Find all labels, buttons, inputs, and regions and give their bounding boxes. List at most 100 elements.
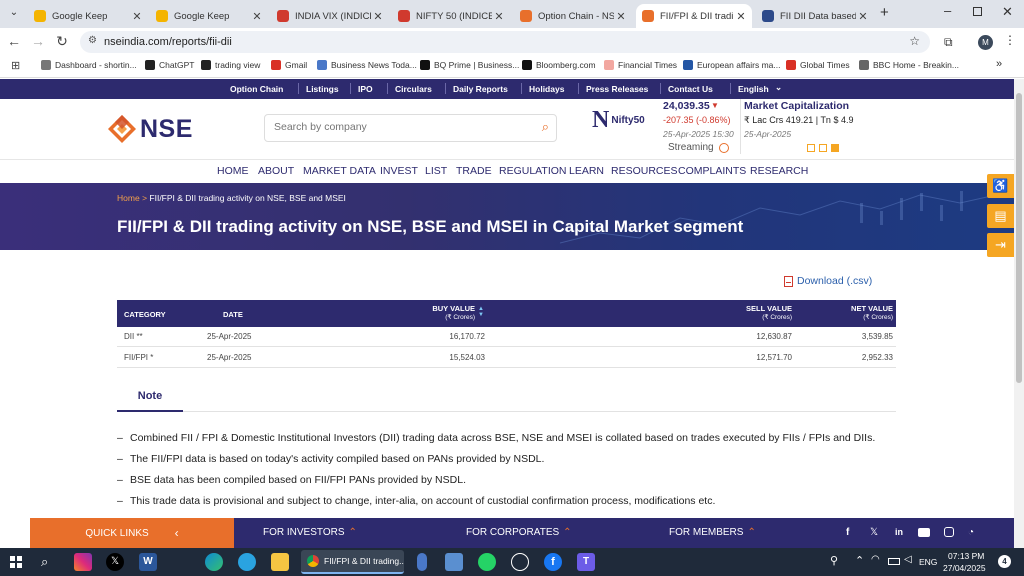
- close-tab-icon[interactable]: ✕: [856, 10, 870, 23]
- whatsapp-app-icon[interactable]: [478, 553, 496, 571]
- breadcrumb-home-link[interactable]: Home: [117, 193, 140, 203]
- main-menu-item[interactable]: MARKET DATA: [303, 165, 376, 177]
- col-header-date[interactable]: DATE: [223, 310, 243, 319]
- close-tab-icon[interactable]: ✕: [492, 10, 506, 23]
- active-chrome-task[interactable]: FII/FPI & DII trading...: [301, 550, 404, 574]
- scrollbar-thumb[interactable]: [1016, 93, 1022, 383]
- main-menu-item[interactable]: REGULATION: [499, 165, 566, 177]
- documents-icon[interactable]: ▤: [987, 204, 1014, 228]
- clock-app-icon[interactable]: [511, 553, 529, 571]
- top-nav-item[interactable]: English: [738, 84, 769, 94]
- login-icon[interactable]: ⇥: [987, 233, 1014, 257]
- bookmark-item[interactable]: Dashboard - shortin...: [41, 60, 137, 70]
- main-menu-item[interactable]: COMPLAINTS: [678, 165, 746, 177]
- bookmark-item[interactable]: Bloomberg.com: [522, 60, 596, 70]
- bookmark-item[interactable]: BQ Prime | Business...: [420, 60, 519, 70]
- language-indicator[interactable]: ENG: [919, 557, 937, 567]
- top-nav-item[interactable]: Press Releases: [586, 84, 648, 94]
- bookmark-item[interactable]: BBC Home - Breakin...: [859, 60, 959, 70]
- top-nav-item[interactable]: Holidays: [529, 84, 564, 94]
- instagram-icon[interactable]: [944, 527, 954, 537]
- bookmark-item[interactable]: Gmail: [271, 60, 307, 70]
- col-header-net[interactable]: NET VALUE (₹ Crores): [817, 304, 893, 321]
- carousel-dot-1[interactable]: [807, 144, 815, 152]
- accessibility-icon[interactable]: ♿: [987, 174, 1014, 198]
- browser-tab[interactable]: Google Keep ✕: [150, 4, 268, 28]
- language-chevron-icon[interactable]: ⌄: [775, 82, 782, 93]
- close-tab-icon[interactable]: ✕: [130, 10, 144, 23]
- browser-tab[interactable]: FII DII Data based on✕: [756, 4, 874, 28]
- t-app-icon[interactable]: T: [577, 553, 595, 571]
- x-app-icon[interactable]: 𝕏: [106, 553, 124, 571]
- col-header-buy[interactable]: BUY VALUE (₹ Crores): [417, 304, 475, 321]
- word-app-icon[interactable]: W: [139, 553, 157, 571]
- profile-avatar[interactable]: M: [978, 35, 993, 50]
- main-menu-item[interactable]: LIST: [425, 165, 447, 177]
- notification-badge[interactable]: 4: [998, 555, 1011, 568]
- for-corporates-menu[interactable]: FOR CORPORATES ⌃: [466, 527, 572, 538]
- browser-menu-icon[interactable]: ⋮: [1004, 33, 1016, 47]
- volume-icon[interactable]: ◁: [904, 554, 912, 565]
- browser-tab[interactable]: Google Keep ✕: [28, 4, 148, 28]
- main-menu-item[interactable]: HOME: [217, 165, 249, 177]
- mcap-title[interactable]: Market Capitalization: [744, 100, 849, 112]
- back-button[interactable]: ←: [2, 33, 26, 49]
- top-nav-item[interactable]: Daily Reports: [453, 84, 508, 94]
- minimize-button[interactable]: –: [944, 3, 951, 18]
- nse-logo[interactable]: NSE: [107, 114, 193, 144]
- close-tab-icon[interactable]: ✕: [614, 10, 628, 23]
- clock-date[interactable]: 27/04/2025: [943, 563, 986, 573]
- edge-app-icon[interactable]: [205, 553, 223, 571]
- more-bookmarks-icon[interactable]: »: [996, 58, 1002, 70]
- windows-start-icon[interactable]: [10, 556, 22, 568]
- address-bar[interactable]: ⚙ nseindia.com/reports/fii-dii ☆: [80, 31, 930, 53]
- rss-icon[interactable]: ◔: [968, 527, 974, 538]
- facebook-app-icon[interactable]: f: [544, 553, 562, 571]
- carousel-dot-2[interactable]: [819, 144, 827, 152]
- page-scrollbar[interactable]: [1014, 79, 1024, 548]
- bookmark-item[interactable]: Global Times: [786, 60, 850, 70]
- sort-icon[interactable]: ▲ ▼: [478, 306, 484, 318]
- main-menu-item[interactable]: RESOURCES: [611, 165, 678, 177]
- gallery-app-icon[interactable]: [445, 553, 463, 571]
- tray-chevron-up-icon[interactable]: ⌃: [855, 554, 864, 567]
- browser-tab[interactable]: NIFTY 50 (INDICES) |✕: [392, 4, 510, 28]
- main-menu-item[interactable]: TRADE: [456, 165, 492, 177]
- telegram-app-icon[interactable]: [238, 553, 256, 571]
- restore-button[interactable]: [973, 7, 982, 16]
- main-menu-item[interactable]: LEARN: [569, 165, 604, 177]
- close-tab-icon[interactable]: ✕: [371, 10, 385, 23]
- bookmark-item[interactable]: trading view: [201, 60, 260, 70]
- clock-time[interactable]: 07:13 PM: [948, 551, 984, 561]
- youtube-icon[interactable]: [918, 528, 930, 537]
- wifi-icon[interactable]: ◠: [871, 554, 880, 565]
- microphone-app-icon[interactable]: [417, 553, 427, 571]
- facebook-icon[interactable]: f: [846, 527, 849, 538]
- for-investors-menu[interactable]: FOR INVESTORS ⌃: [263, 527, 357, 538]
- streaming-icon[interactable]: [719, 143, 729, 153]
- top-nav-item[interactable]: Contact Us: [668, 84, 713, 94]
- top-nav-item[interactable]: Listings: [306, 84, 339, 94]
- taskbar-search-icon[interactable]: ⌕: [41, 554, 48, 570]
- close-tab-icon[interactable]: ✕: [250, 10, 264, 23]
- close-tab-icon[interactable]: ✕: [734, 10, 748, 23]
- new-tab-button[interactable]: +: [880, 4, 889, 21]
- main-menu-item[interactable]: RESEARCH: [750, 165, 808, 177]
- browser-tab[interactable]: Option Chain - NSE I✕: [514, 4, 632, 28]
- tray-person-icon[interactable]: ⚲: [830, 554, 838, 567]
- nifty50-logo[interactable]: N Nifty50: [592, 107, 645, 134]
- search-input[interactable]: [274, 121, 524, 133]
- bookmark-star-icon[interactable]: ☆: [909, 34, 920, 48]
- reload-icon[interactable]: ↻: [50, 33, 74, 50]
- linkedin-icon[interactable]: in: [895, 527, 903, 537]
- extensions-icon[interactable]: ⧉: [944, 35, 953, 50]
- forward-button[interactable]: →: [26, 33, 50, 49]
- main-menu-item[interactable]: ABOUT: [258, 165, 294, 177]
- col-header-sell[interactable]: SELL VALUE (₹ Crores): [717, 304, 792, 321]
- company-search-box[interactable]: ⌕: [264, 114, 557, 142]
- bookmark-item[interactable]: European affairs ma...: [683, 60, 780, 70]
- carousel-dot-3[interactable]: [831, 144, 839, 152]
- bookmark-item[interactable]: ChatGPT: [145, 60, 194, 70]
- apps-grid-icon[interactable]: ⊞: [11, 59, 20, 72]
- bookmark-item[interactable]: Business News Toda...: [317, 60, 417, 70]
